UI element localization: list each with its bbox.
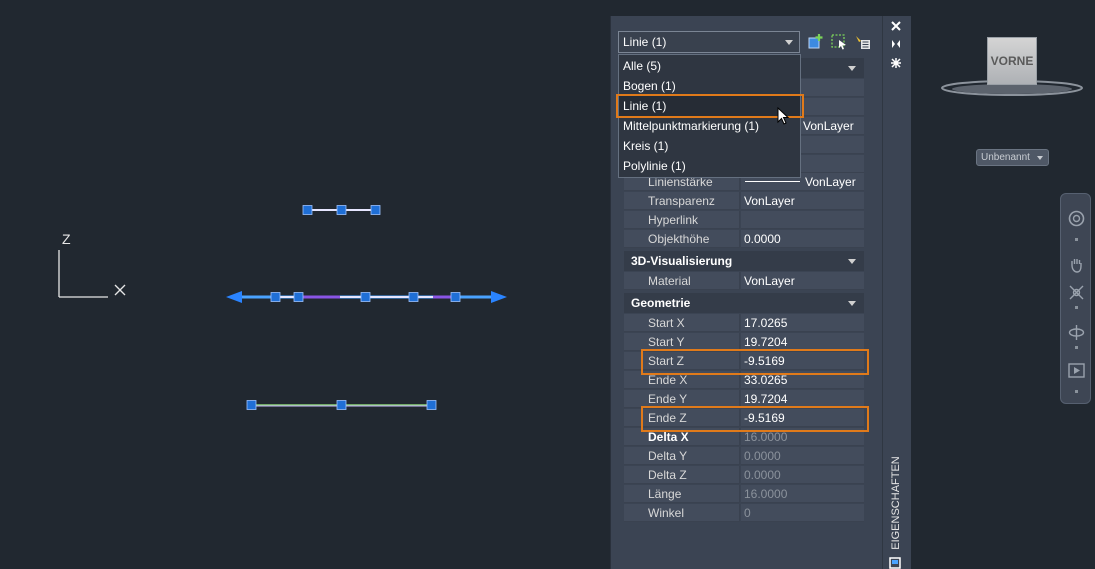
toggle-pickadd-icon[interactable]	[807, 33, 825, 51]
property-value[interactable]: VonLayer	[741, 192, 864, 210]
viewcube-front-face[interactable]: VORNE	[987, 37, 1037, 85]
showmotion-icon[interactable]	[1068, 362, 1085, 379]
lineweight-swatch	[745, 181, 800, 182]
object-type-select[interactable]: Linie (1)	[618, 31, 800, 53]
wcs-menu[interactable]: Unbenannt	[976, 149, 1049, 166]
selected-line-object[interactable]	[226, 291, 507, 303]
property-label: Länge	[624, 485, 740, 503]
select-objects-icon[interactable]	[830, 33, 848, 51]
close-icon[interactable]	[890, 20, 902, 32]
ucs-icon	[58, 250, 126, 298]
orbit-icon[interactable]	[1068, 324, 1085, 341]
mouse-cursor-icon	[777, 107, 790, 125]
chevron-down-icon[interactable]	[1037, 156, 1043, 160]
ende-z-highlight	[641, 406, 869, 432]
flyout-dot[interactable]	[1075, 238, 1078, 241]
chevron-down-icon[interactable]	[848, 301, 856, 306]
property-value: 0.0000	[741, 466, 864, 484]
ucs-z-label: Z	[62, 231, 71, 247]
flyout-dot[interactable]	[1075, 306, 1078, 309]
start-z-highlight	[641, 349, 869, 375]
pan-hand-icon[interactable]	[1068, 256, 1085, 273]
drawing-viewport[interactable]: Z	[0, 0, 610, 569]
palette-title: EIGENSCHAFTEN	[890, 456, 902, 550]
property-row-winkel: Winkel 0	[624, 504, 864, 523]
property-label: Objekthöhe	[624, 230, 740, 248]
dropdown-option[interactable]: Kreis (1)	[623, 136, 668, 156]
property-value[interactable]: 0.0000	[741, 230, 864, 248]
arc-object[interactable]	[302, 205, 381, 215]
property-row-hyperlink[interactable]: Hyperlink	[624, 211, 864, 230]
chevron-down-icon[interactable]	[848, 259, 856, 264]
property-label: Material	[624, 272, 740, 290]
visualisierung-section-header[interactable]: 3D-Visualisierung	[624, 251, 864, 271]
property-row-objekthoehe[interactable]: Objekthöhe 0.0000	[624, 230, 864, 249]
property-row-delta-z: Delta Z 0.0000	[624, 466, 864, 485]
zoom-extents-icon[interactable]	[1068, 284, 1085, 301]
chevron-down-icon[interactable]	[785, 40, 793, 45]
line-object[interactable]	[246, 400, 437, 410]
linie-option-highlight	[616, 94, 804, 118]
navigation-bar	[1060, 193, 1091, 404]
ucs-x-label: X	[113, 282, 114, 283]
property-label: Start X	[624, 314, 740, 332]
property-row-start-x[interactable]: Start X 17.0265	[624, 314, 864, 333]
property-row-laenge: Länge 16.0000	[624, 485, 864, 504]
property-value[interactable]: 17.0265	[741, 314, 864, 332]
drawing-canvas[interactable]	[0, 0, 610, 569]
chevron-down-icon[interactable]	[848, 66, 856, 71]
dropdown-option[interactable]: Polylinie (1)	[623, 156, 686, 176]
flyout-dot[interactable]	[1075, 390, 1078, 393]
dropdown-option[interactable]: Mittelpunktmarkierung (1)	[623, 116, 759, 136]
property-label: Winkel	[624, 504, 740, 522]
property-label: Hyperlink	[624, 211, 740, 229]
property-row-transparenz[interactable]: Transparenz VonLayer	[624, 192, 864, 211]
property-row-material[interactable]: Material VonLayer	[624, 272, 864, 291]
flyout-dot[interactable]	[1075, 346, 1078, 349]
property-value[interactable]: VonLayer	[741, 272, 864, 290]
property-label: Delta Y	[624, 447, 740, 465]
steeringwheel-icon[interactable]	[1068, 210, 1085, 227]
property-value: 16.0000	[741, 485, 864, 503]
property-row-delta-y: Delta Y 0.0000	[624, 447, 864, 466]
property-label: Transparenz	[624, 192, 740, 210]
dropdown-option[interactable]: Bogen (1)	[623, 76, 676, 96]
property-value: 0	[741, 504, 864, 522]
palette-icon	[889, 557, 901, 569]
autohide-icon[interactable]	[890, 38, 902, 50]
geometrie-section-header[interactable]: Geometrie	[624, 293, 864, 313]
property-value[interactable]	[741, 211, 864, 229]
property-label: Delta Z	[624, 466, 740, 484]
property-value: 0.0000	[741, 447, 864, 465]
palette-settings-icon[interactable]	[890, 57, 902, 69]
dropdown-option[interactable]: Alle (5)	[623, 56, 661, 76]
quick-select-icon[interactable]	[854, 33, 872, 51]
